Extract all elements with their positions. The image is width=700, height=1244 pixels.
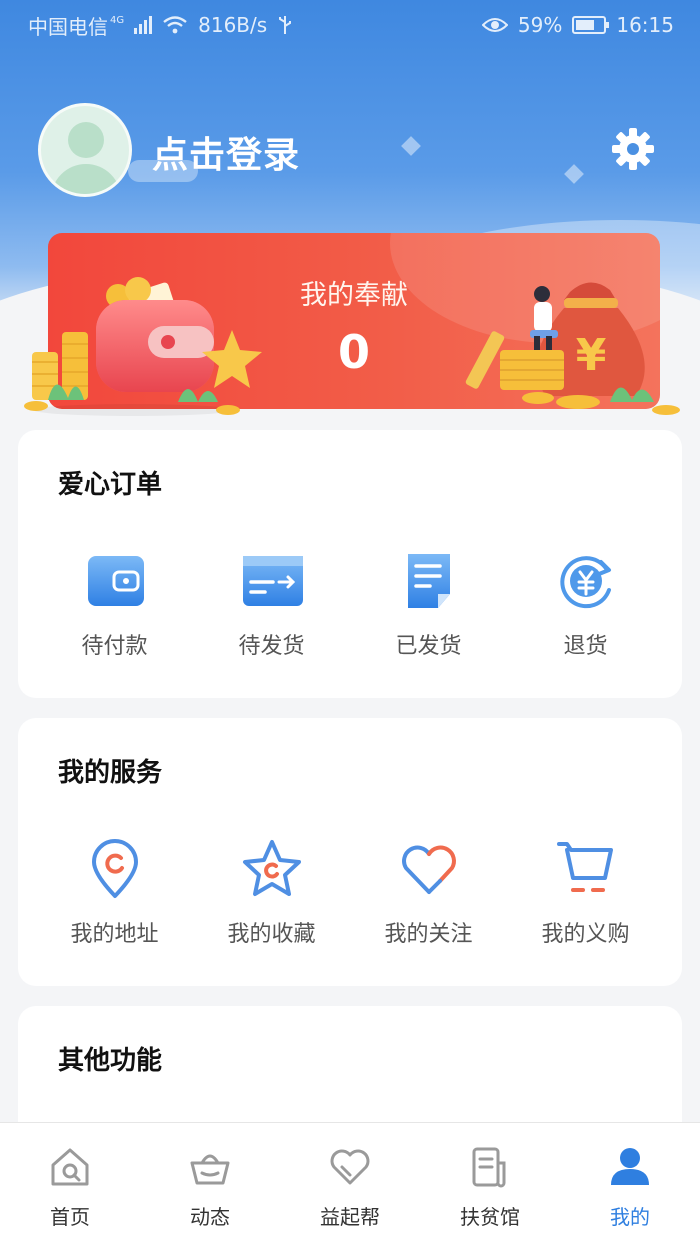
nav-poverty-hall[interactable]: 扶贫馆 [430, 1145, 550, 1230]
nav-home[interactable]: 首页 [10, 1145, 130, 1230]
status-bar: 中国电信 4G 816B/s 59% 16:15 [0, 0, 700, 50]
nav-label: 动态 [190, 1205, 230, 1229]
service-charity-purchase[interactable]: 我的义购 [508, 838, 664, 948]
decor-diamond [401, 136, 421, 156]
refund-icon [559, 556, 611, 609]
service-label: 我的关注 [384, 922, 473, 947]
order-label: 待付款 [81, 634, 148, 659]
heart-icon [401, 845, 456, 894]
nav-label: 我的 [610, 1205, 650, 1229]
settings-button[interactable] [610, 126, 656, 172]
battery-percent: 59% [517, 13, 563, 37]
nav-label: 扶贫馆 [460, 1205, 520, 1229]
wifi-icon [163, 16, 187, 34]
orders-card: 爱心订单 待付款 待发货 已发货 退货 [18, 430, 682, 698]
svg-text:¥: ¥ [576, 330, 607, 381]
home-icon [51, 1148, 89, 1186]
star-icon [242, 840, 301, 896]
order-returns[interactable]: 退货 [508, 550, 664, 660]
document-icon [407, 554, 450, 608]
service-following[interactable]: 我的关注 [351, 838, 507, 948]
service-label: 我的义购 [541, 922, 630, 947]
service-address[interactable]: 我的地址 [37, 838, 193, 948]
nav-mine[interactable]: 我的 [570, 1145, 690, 1230]
battery-icon [572, 16, 610, 34]
person-icon [611, 1148, 649, 1185]
decor-diamond [564, 164, 584, 184]
nav-label: 首页 [50, 1205, 90, 1229]
order-shipped[interactable]: 已发货 [351, 550, 507, 660]
order-label: 待发货 [238, 634, 305, 659]
wallet-illustration [24, 277, 262, 416]
eye-icon [481, 18, 508, 32]
login-link[interactable]: 点击登录 [152, 126, 300, 178]
clock-time: 16:15 [616, 13, 674, 37]
wallet-icon [87, 556, 144, 606]
service-favorites[interactable]: 我的收藏 [194, 838, 350, 948]
network-badge: 4G [110, 14, 125, 26]
services-card: 我的服务 我的地址 我的收藏 我的关注 我的义购 [18, 718, 682, 986]
order-label: 退货 [563, 634, 608, 659]
nav-feed[interactable]: 动态 [150, 1145, 270, 1230]
nav-help[interactable]: 益起帮 [290, 1145, 410, 1230]
money-bag-illustration: ¥ [465, 282, 680, 415]
service-label: 我的收藏 [227, 922, 316, 947]
shipping-box-icon [242, 556, 303, 606]
carrier-name: 中国电信 [28, 14, 108, 39]
orders-title: 爱心订单 [58, 470, 163, 500]
avatar[interactable] [38, 103, 132, 197]
order-pending-shipment[interactable]: 待发货 [194, 550, 350, 660]
other-functions-title: 其他功能 [58, 1046, 163, 1076]
location-pin-icon [91, 839, 138, 898]
heart-outline-icon [330, 1149, 370, 1185]
nav-label: 益起帮 [320, 1205, 380, 1229]
cart-icon [556, 842, 613, 892]
gear-icon [612, 128, 654, 170]
document-stack-icon [472, 1147, 506, 1188]
service-label: 我的地址 [70, 922, 159, 947]
network-speed: 816B/s [198, 13, 268, 37]
signal-icon [134, 16, 153, 34]
bottom-nav: 首页 动态 益起帮 扶贫馆 我的 [0, 1122, 700, 1244]
usb-icon [279, 16, 292, 34]
order-label: 已发货 [395, 634, 462, 659]
basket-icon [190, 1154, 230, 1185]
services-title: 我的服务 [58, 758, 163, 788]
order-pending-payment[interactable]: 待付款 [37, 550, 193, 660]
